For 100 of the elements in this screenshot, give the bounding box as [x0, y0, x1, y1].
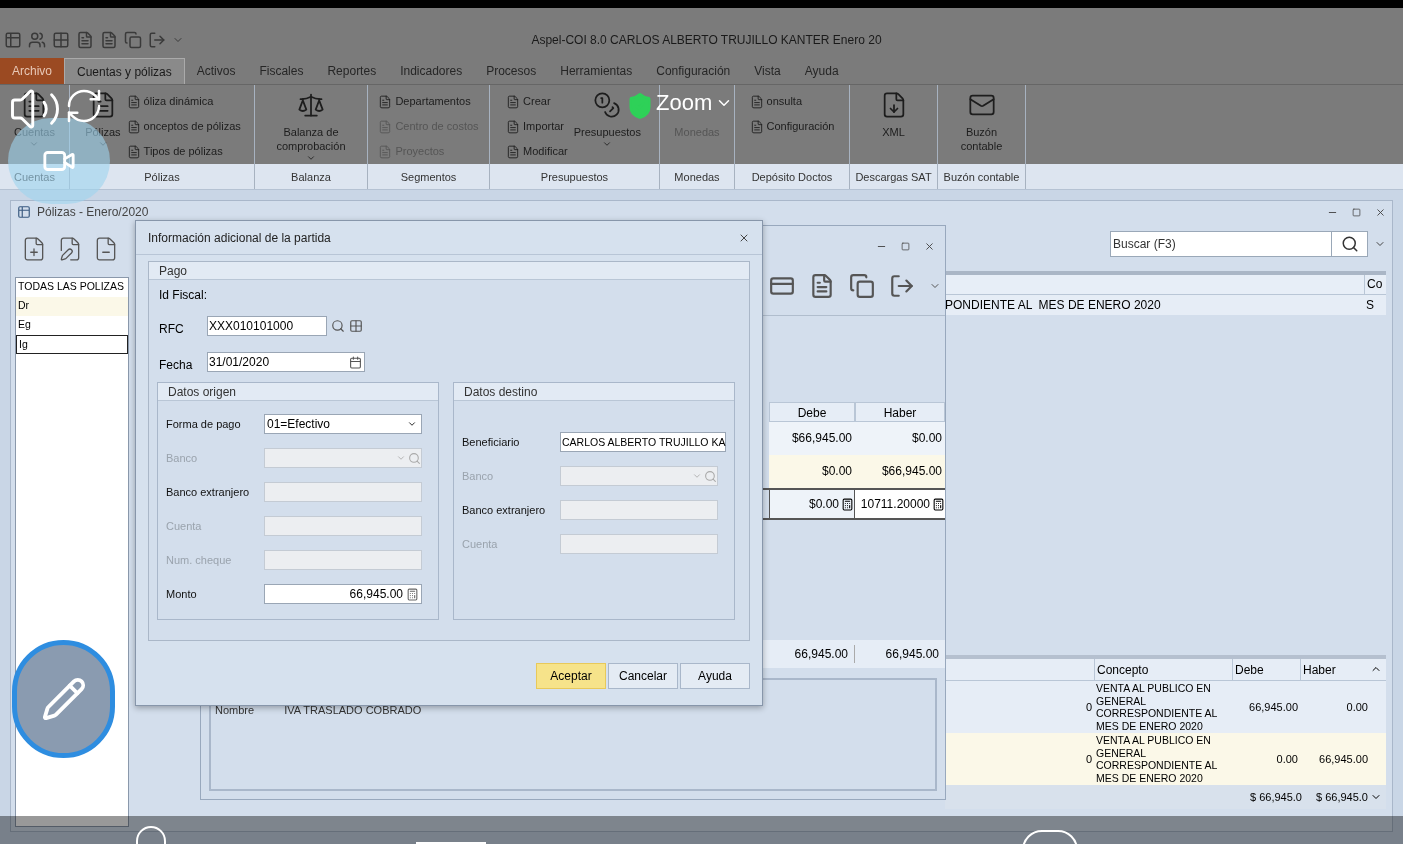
column-header[interactable]: Haber [855, 402, 945, 422]
ribbon-button[interactable]: Departamentos [378, 89, 479, 114]
poliza-type-item[interactable]: Ig [16, 335, 128, 354]
section-title: Pago [149, 262, 749, 280]
dialog-button[interactable]: Aceptar [536, 663, 606, 689]
ribbon-button[interactable]: Buzón contable [944, 125, 1019, 153]
input-field[interactable] [560, 500, 718, 520]
select-field[interactable]: 01=Efectivo [264, 414, 422, 434]
input-field[interactable] [264, 482, 422, 502]
field-label: Monto [166, 586, 198, 602]
menu-tab[interactable]: Archivo [0, 58, 64, 84]
window-icon [17, 205, 31, 219]
search-field[interactable]: Buscar (F3) [1110, 231, 1332, 257]
ribbon-button[interactable]: onceptos de pólizas [126, 114, 241, 139]
toolbar-icon[interactable] [52, 31, 70, 49]
grid-icon[interactable] [349, 319, 363, 333]
caret-icon [407, 419, 417, 429]
lookup-field[interactable] [264, 448, 422, 468]
search-icon [408, 451, 421, 465]
table-cell-text: PONDIENTE AL MES DE ENERO 2020 [945, 297, 1162, 314]
window-title: Aspel-COI 8.0 CARLOS ALBERTO TRUJILLO KANTER Enero 20 [530, 32, 883, 49]
ribbon-button[interactable]: Configuración [749, 114, 835, 139]
dialog-button[interactable]: Ayuda [680, 663, 750, 689]
copy-icon[interactable] [849, 272, 875, 299]
menu-tab[interactable]: Reportes [315, 58, 389, 84]
search-icon[interactable] [331, 319, 345, 333]
dialog-title: Información adicional de la partida [148, 229, 332, 247]
field-label: Banco [462, 468, 495, 484]
toolbar-icon[interactable] [148, 31, 166, 49]
caret-icon [29, 139, 40, 149]
field-label: Nombre [215, 703, 255, 718]
calendar-icon[interactable] [349, 355, 362, 369]
ribbon-group-label: Buzón contable [942, 170, 1021, 185]
ribbon-group-label: Balanza [290, 170, 332, 185]
ribbon-button[interactable]: Crear [506, 89, 568, 114]
menu-tab[interactable]: Procesos [474, 58, 549, 84]
field-label: Id Fiscal: [158, 287, 208, 304]
calculator-icon[interactable] [841, 497, 854, 511]
ribbon-button[interactable]: Tipos de pólizas [126, 139, 241, 164]
search-button[interactable] [1332, 231, 1368, 257]
close-icon[interactable] [924, 240, 935, 252]
document-icon [378, 119, 393, 134]
toolbar-icon[interactable] [4, 31, 22, 49]
menu-tab[interactable]: Configuración [644, 58, 743, 84]
ribbon-button[interactable]: Balanza de comprobación [265, 125, 357, 163]
ribbon-button[interactable]: onsulta [749, 89, 835, 114]
toolbar-icon[interactable] [28, 31, 46, 49]
document-icon[interactable] [809, 272, 835, 299]
menu-tab[interactable]: Ayuda [792, 58, 851, 84]
input-field[interactable]: XXX010101000 [207, 316, 327, 336]
field-label: Forma de pago [166, 416, 242, 432]
table-cell: $66,945.00 [769, 422, 855, 455]
ribbon-button[interactable]: Importar [506, 114, 568, 139]
ribbon-button[interactable]: Presupuestos [573, 125, 641, 149]
zoom-dropdown[interactable]: Zoom [656, 88, 734, 118]
ribbon-button[interactable]: Modificar [506, 139, 568, 164]
document-icon [126, 144, 141, 159]
ribbon-group-label: Monedas [673, 170, 721, 185]
toolbar-icon[interactable] [100, 31, 118, 49]
table-cell-text: 0 [1084, 751, 1093, 767]
toolbar-icon[interactable] [76, 31, 94, 49]
date-field[interactable]: 31/01/2020 [207, 352, 365, 372]
column-header[interactable]: Co [1364, 275, 1386, 294]
menu-tab[interactable]: Activos [184, 58, 248, 84]
table-cell-text: 0 [1084, 699, 1093, 715]
input-field[interactable]: CARLOS ALBERTO TRUJILLO KA [560, 432, 726, 452]
menu-tab[interactable]: Cuentas y pólizas [64, 58, 185, 84]
maximize-icon[interactable] [1352, 207, 1361, 217]
haber-input[interactable]: 10711.20000 [855, 490, 945, 518]
amount-field[interactable]: 66,945.00 [264, 584, 422, 604]
ribbon-button[interactable]: óliza dinámica [126, 89, 241, 114]
calculator-icon[interactable] [932, 497, 945, 511]
window-title: Pólizas - Enero/2020 [37, 204, 150, 221]
section-title: Datos destino [454, 383, 734, 401]
ribbon-group-label: Presupuestos [539, 170, 610, 185]
table-cell-text: S [1365, 297, 1375, 314]
menu-tab[interactable]: Vista [742, 58, 793, 84]
menu-tab[interactable]: Fiscales [247, 58, 316, 84]
total-cell-text: $ 66,945.0 [1315, 789, 1369, 805]
document-icon [506, 144, 521, 159]
exit-icon[interactable] [889, 272, 915, 299]
ribbon-button[interactable]: XML [882, 125, 905, 139]
maximize-icon[interactable] [901, 241, 910, 251]
dialog-button[interactable]: Cancelar [608, 663, 678, 689]
lookup-field[interactable] [560, 466, 718, 486]
toolbar-icon[interactable] [124, 31, 142, 49]
caret-icon [602, 139, 613, 149]
menu-tab[interactable]: Indicadores [388, 58, 475, 84]
debe-input[interactable]: $0.00 [769, 490, 855, 518]
poliza-type-item[interactable]: Dr [16, 297, 128, 316]
document-icon [749, 119, 764, 134]
table-cell: $0.00 [769, 455, 855, 488]
close-icon[interactable] [1375, 206, 1386, 218]
table-cell: $66,945.00 [855, 455, 945, 488]
field-label: Cuenta [166, 518, 203, 534]
caret-icon [396, 453, 406, 463]
search-icon [1340, 235, 1359, 253]
column-header[interactable]: Debe [769, 402, 855, 422]
menu-tab[interactable]: Herramientas [548, 58, 645, 84]
search-icon [704, 469, 717, 483]
